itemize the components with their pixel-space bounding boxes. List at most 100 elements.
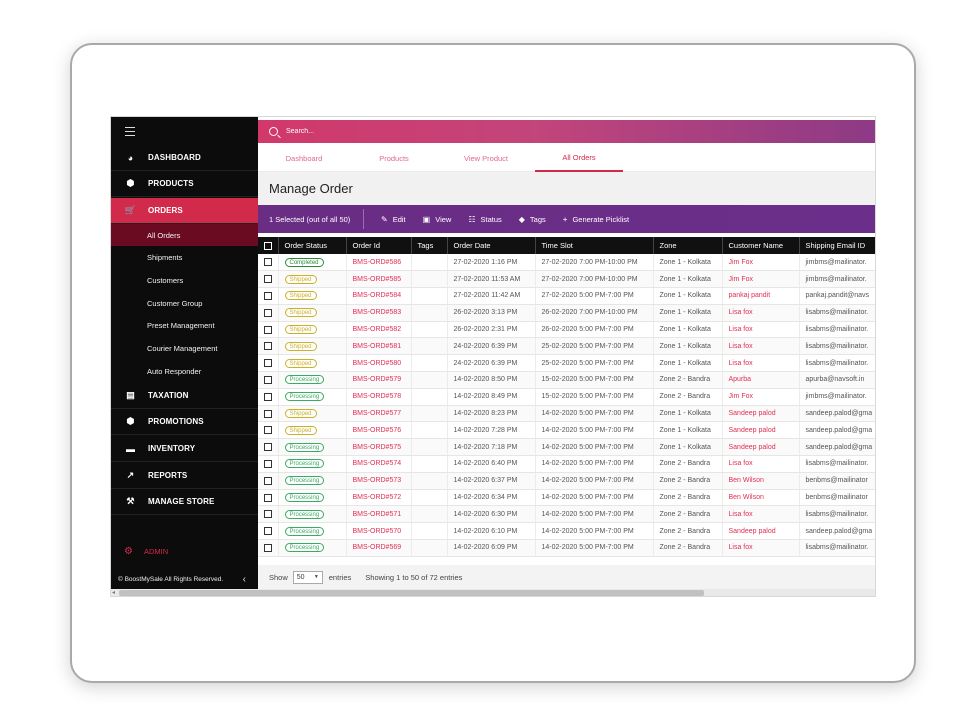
hamburger-menu-icon[interactable]: [125, 127, 135, 136]
page-size-select[interactable]: 50 ▼: [292, 570, 323, 584]
column-header-order-status[interactable]: Order Status: [278, 237, 347, 254]
table-row[interactable]: Shipped BMS-ORD#582 26-02-2020 2:31 PM 26-0…: [258, 321, 875, 339]
sidebar-subitem-shipments[interactable]: Shipments: [111, 247, 258, 269]
view-button[interactable]: ▣ View: [423, 215, 452, 224]
tags-button[interactable]: ◆ Tags: [519, 215, 546, 224]
order-id-link[interactable]: BMS-ORD#579: [346, 371, 412, 389]
table-row[interactable]: Processing BMS-ORD#579 14-02-2020 8:50 PM 1…: [258, 371, 875, 389]
sidebar-item-taxation[interactable]: ▤ TAXATION: [111, 383, 258, 409]
order-id-link[interactable]: BMS-ORD#575: [346, 438, 412, 457]
order-id-link[interactable]: BMS-ORD#584: [346, 287, 412, 305]
order-id-link[interactable]: BMS-ORD#583: [346, 304, 412, 322]
customer-name-link[interactable]: Lisa fox: [722, 455, 800, 473]
row-checkbox[interactable]: [264, 291, 272, 300]
tab-dashboard[interactable]: Dashboard: [258, 145, 350, 172]
row-checkbox[interactable]: [264, 342, 272, 351]
column-header-order-date[interactable]: Order Date: [447, 237, 536, 254]
table-row[interactable]: Processing BMS-ORD#572 14-02-2020 6:34 PM 1…: [258, 489, 875, 507]
customer-name-link[interactable]: Jim Fox: [722, 270, 800, 289]
sidebar-subitem-customer-group[interactable]: Customer Group: [111, 292, 258, 314]
column-header-shipping-email[interactable]: Shipping Email ID: [799, 237, 875, 254]
customer-name-link[interactable]: Sandeep palod: [722, 438, 800, 457]
row-checkbox[interactable]: [264, 392, 272, 401]
column-header-order-id[interactable]: Order Id: [346, 237, 412, 254]
table-row[interactable]: Processing BMS-ORD#575 14-02-2020 7:18 PM 1…: [258, 438, 875, 457]
customer-name-link[interactable]: pankaj pandit: [722, 287, 800, 305]
sidebar-subitem-courier-management[interactable]: Courier Management: [111, 338, 258, 360]
row-checkbox[interactable]: [264, 510, 272, 519]
customer-name-link[interactable]: Lisa fox: [722, 321, 800, 339]
row-checkbox[interactable]: [264, 359, 272, 368]
table-row[interactable]: Shipped BMS-ORD#576 14-02-2020 7:28 PM 14-0…: [258, 421, 875, 440]
row-checkbox[interactable]: [264, 375, 272, 384]
scroll-left-icon[interactable]: ◂: [112, 589, 115, 596]
table-row[interactable]: Processing BMS-ORD#573 14-02-2020 6:37 PM 1…: [258, 472, 875, 490]
table-row[interactable]: Shipped BMS-ORD#581 24-02-2020 6:39 PM 25-0…: [258, 337, 875, 356]
row-checkbox[interactable]: [264, 443, 272, 452]
table-row[interactable]: Processing BMS-ORD#569 14-02-2020 6:09 PM 1…: [258, 539, 875, 557]
customer-name-link[interactable]: Ben Wilson: [722, 489, 800, 507]
row-checkbox[interactable]: [264, 476, 272, 485]
horizontal-scrollbar[interactable]: ◂: [111, 589, 875, 596]
row-checkbox[interactable]: [264, 308, 272, 317]
table-row[interactable]: Processing BMS-ORD#570 14-02-2020 6:10 PM 1…: [258, 522, 875, 541]
sidebar-subitem-all-orders[interactable]: All Orders: [111, 224, 258, 246]
table-row[interactable]: Processing BMS-ORD#578 14-02-2020 8:49 PM 1…: [258, 388, 875, 406]
sidebar-item-orders[interactable]: 🛒 ORDERS: [111, 198, 258, 224]
customer-name-link[interactable]: Sandeep palod: [722, 421, 800, 440]
sidebar-item-reports[interactable]: ↗ REPORTS: [111, 463, 258, 489]
column-header-customer-name[interactable]: Customer Name: [722, 237, 800, 254]
row-checkbox[interactable]: [264, 493, 272, 502]
table-row[interactable]: Shipped BMS-ORD#577 14-02-2020 8:23 PM 14-0…: [258, 405, 875, 423]
table-row[interactable]: Shipped BMS-ORD#584 27-02-2020 11:42 AM 27-…: [258, 287, 875, 305]
sidebar-subitem-auto-responder[interactable]: Auto Responder: [111, 360, 258, 382]
edit-button[interactable]: ✎ Edit: [381, 215, 406, 224]
order-id-link[interactable]: BMS-ORD#580: [346, 354, 412, 373]
customer-name-link[interactable]: Lisa fox: [722, 337, 800, 356]
customer-name-link[interactable]: Ben Wilson: [722, 472, 800, 490]
sidebar-item-manage-store[interactable]: ⚒ MANAGE STORE: [111, 489, 258, 515]
order-id-link[interactable]: BMS-ORD#576: [346, 421, 412, 440]
order-id-link[interactable]: BMS-ORD#585: [346, 270, 412, 289]
order-id-link[interactable]: BMS-ORD#571: [346, 505, 412, 524]
row-checkbox[interactable]: [264, 527, 272, 536]
collapse-sidebar-icon[interactable]: ‹: [243, 574, 246, 585]
column-header-tags[interactable]: Tags: [411, 237, 448, 254]
table-row[interactable]: Shipped BMS-ORD#580 24-02-2020 6:39 PM 25-0…: [258, 354, 875, 373]
order-id-link[interactable]: BMS-ORD#573: [346, 472, 412, 490]
sidebar-item-products[interactable]: ⬢ PRODUCTS: [111, 171, 258, 197]
sidebar-item-promotions[interactable]: ⬢ PROMOTIONS: [111, 409, 258, 435]
row-checkbox[interactable]: [264, 543, 272, 552]
table-row[interactable]: Shipped BMS-ORD#583 26-02-2020 3:13 PM 26-0…: [258, 304, 875, 322]
row-checkbox[interactable]: [264, 459, 272, 468]
tab-view-product[interactable]: View Product: [438, 145, 534, 172]
order-id-link[interactable]: BMS-ORD#569: [346, 539, 412, 557]
sidebar-item-dashboard[interactable]: ◕ DASHBOARD: [111, 145, 258, 171]
status-button[interactable]: ☷ Status: [468, 215, 501, 224]
column-header-zone[interactable]: Zone: [653, 237, 723, 254]
customer-name-link[interactable]: Jim Fox: [722, 254, 800, 272]
customer-name-link[interactable]: Lisa fox: [722, 354, 800, 373]
row-checkbox[interactable]: [264, 275, 272, 284]
customer-name-link[interactable]: Lisa fox: [722, 539, 800, 557]
tab-products[interactable]: Products: [350, 145, 438, 172]
scrollbar-thumb[interactable]: [119, 590, 704, 596]
order-id-link[interactable]: BMS-ORD#574: [346, 455, 412, 473]
select-all-checkbox[interactable]: [264, 242, 272, 250]
customer-name-link[interactable]: Sandeep palod: [722, 405, 800, 423]
customer-name-link[interactable]: Apurba: [722, 371, 800, 389]
customer-name-link[interactable]: Lisa fox: [722, 505, 800, 524]
table-row[interactable]: Processing BMS-ORD#574 14-02-2020 6:40 PM 1…: [258, 455, 875, 473]
generate-picklist-button[interactable]: + Generate Picklist: [563, 215, 629, 224]
order-id-link[interactable]: BMS-ORD#570: [346, 522, 412, 541]
table-row[interactable]: Completed BMS-ORD#586 27-02-2020 1:16 PM 27…: [258, 254, 875, 272]
order-id-link[interactable]: BMS-ORD#577: [346, 405, 412, 423]
column-header-time-slot[interactable]: Time Slot: [535, 237, 654, 254]
sidebar-subitem-preset-management[interactable]: Preset Management: [111, 315, 258, 337]
table-row[interactable]: Shipped BMS-ORD#585 27-02-2020 11:53 AM 27-…: [258, 270, 875, 289]
sidebar-subitem-customers[interactable]: Customers: [111, 269, 258, 291]
customer-name-link[interactable]: Sandeep palod: [722, 522, 800, 541]
admin-link[interactable]: ⚙ ADMIN: [111, 541, 258, 561]
search-input[interactable]: [286, 128, 586, 135]
order-id-link[interactable]: BMS-ORD#578: [346, 388, 412, 406]
